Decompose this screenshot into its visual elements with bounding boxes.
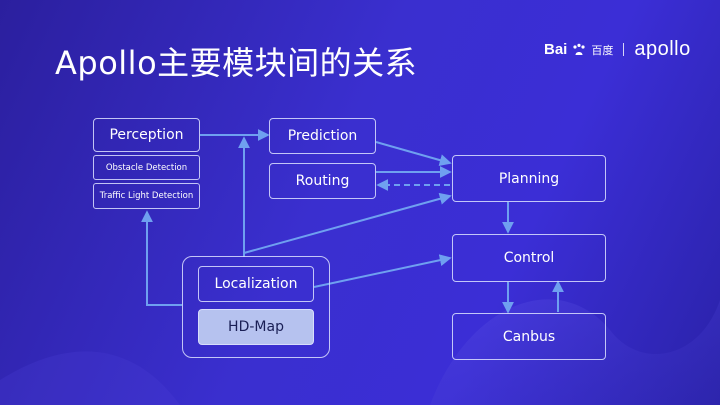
node-planning: Planning (452, 155, 606, 202)
slide: Apollo主要模块间的关系 Bai 百度 apollo Perception … (0, 0, 720, 405)
edge-prediction-planning (375, 141, 452, 166)
node-canbus: Canbus (452, 313, 606, 360)
node-prediction: Prediction (269, 118, 376, 154)
node-hd-map: HD-Map (198, 309, 314, 345)
edge-localization-control (313, 254, 452, 288)
edge-localization-planning (243, 192, 452, 254)
node-localization: Localization (198, 266, 314, 302)
node-traffic-light-detection: Traffic Light Detection (93, 183, 200, 209)
node-routing: Routing (269, 163, 376, 199)
node-control: Control (452, 234, 606, 282)
node-obstacle-detection: Obstacle Detection (93, 155, 200, 180)
edge-localization-perception (141, 210, 182, 306)
node-perception: Perception (93, 118, 200, 152)
